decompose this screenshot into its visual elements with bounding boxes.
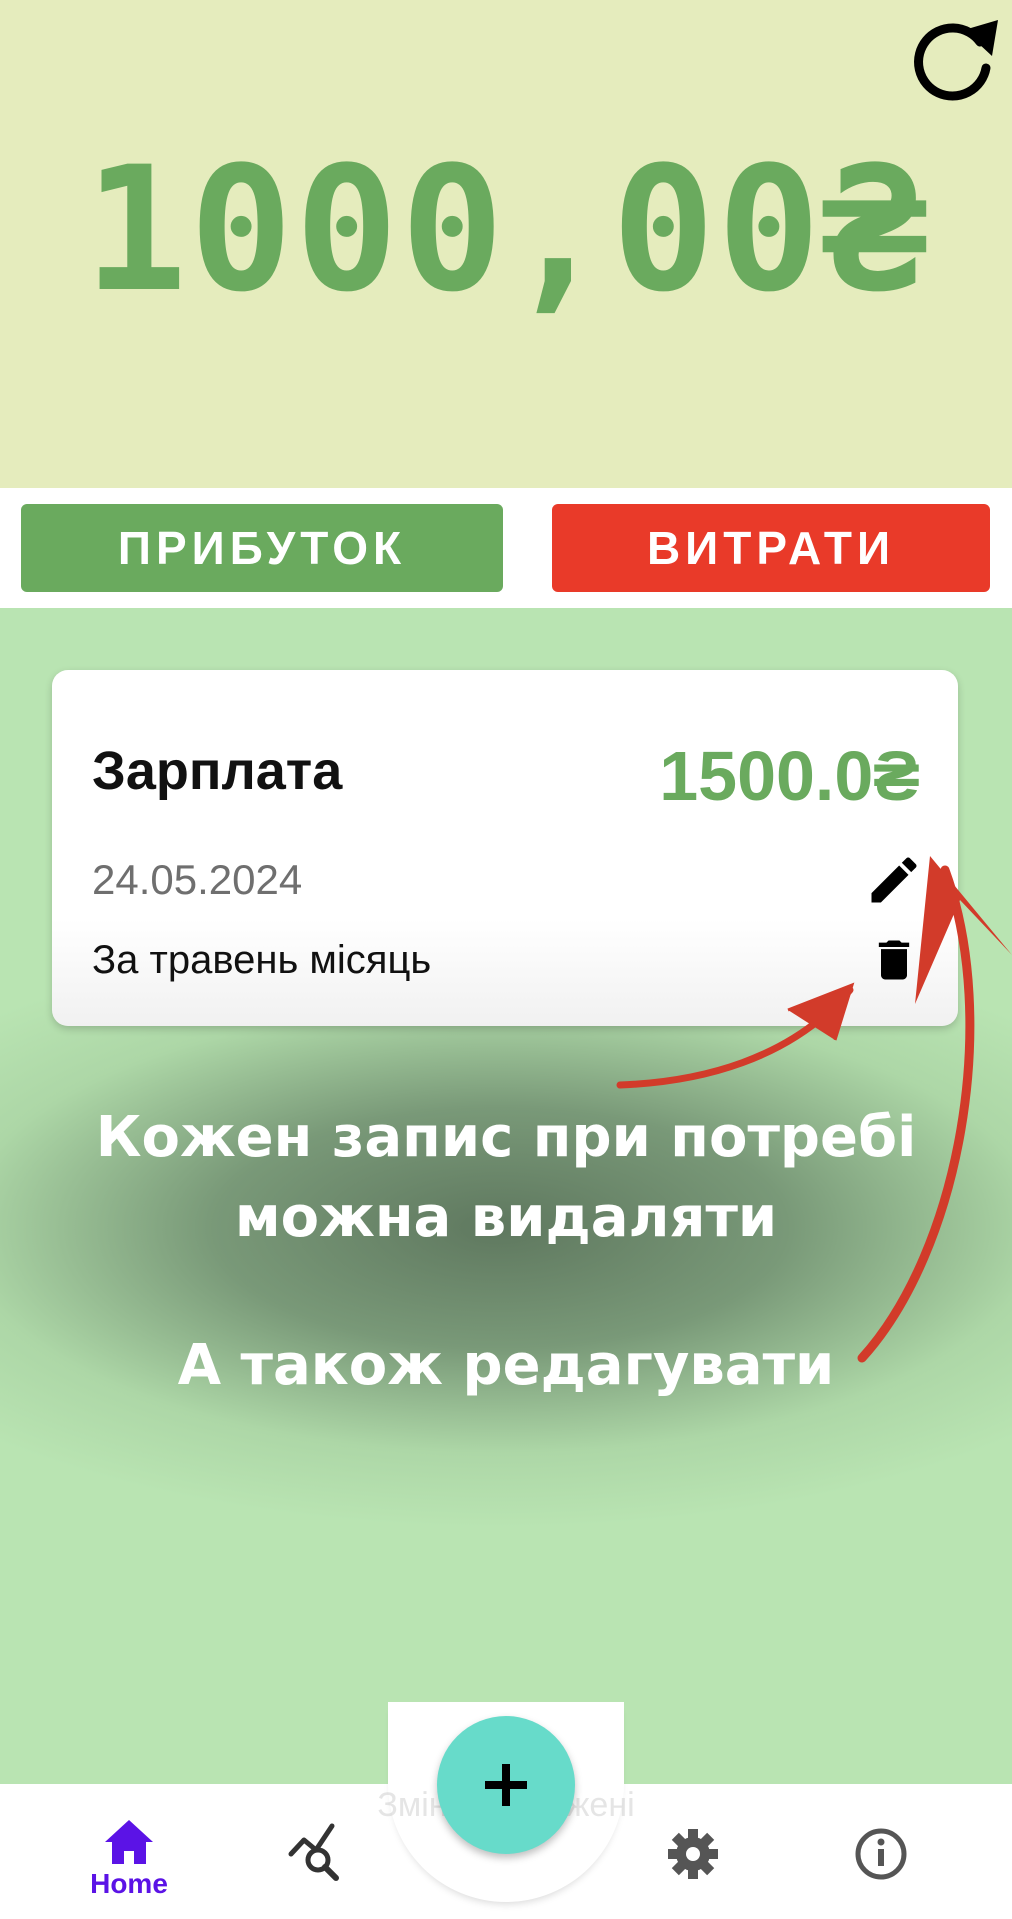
edit-icon xyxy=(871,857,917,903)
nav-settings[interactable] xyxy=(628,1816,758,1916)
add-record-button[interactable] xyxy=(437,1716,575,1854)
delete-icon xyxy=(878,940,910,980)
home-icon xyxy=(105,1820,153,1864)
info-icon xyxy=(855,1828,907,1880)
stats-icon xyxy=(288,1823,339,1881)
plus-icon xyxy=(485,1764,527,1806)
edit-button[interactable] xyxy=(864,850,924,910)
balance-amount: 1000,00₴ xyxy=(83,129,929,330)
delete-button[interactable] xyxy=(868,930,920,990)
tab-expense[interactable]: ВИТРАТИ xyxy=(552,504,990,592)
nav-home-label: Home xyxy=(90,1868,168,1899)
refresh-icon xyxy=(914,20,998,101)
refresh-button[interactable] xyxy=(906,12,1006,102)
tab-income[interactable]: ПРИБУТОК xyxy=(21,504,503,592)
settings-icon xyxy=(668,1829,718,1879)
record-date: 24.05.2024 xyxy=(92,856,303,903)
delete-hint-caption: Кожен запис при потребі можна видаляти xyxy=(95,1105,917,1250)
type-tabs: ПРИБУТОК ВИТРАТИ xyxy=(0,488,1012,608)
nav-statistics[interactable] xyxy=(254,1816,384,1916)
record-amount: 1500.0₴ xyxy=(659,737,920,815)
record-title: Зарплата xyxy=(92,741,343,801)
record-card[interactable]: Зарплата 1500.0₴ 24.05.2024 За травень м… xyxy=(52,670,958,1026)
nav-home[interactable]: Home xyxy=(64,1816,194,1916)
record-note: За травень місяць xyxy=(92,938,432,982)
nav-info[interactable] xyxy=(816,1816,946,1916)
balance-header: 1000,00₴ xyxy=(0,0,1012,488)
edit-hint-caption: А також редагувати xyxy=(177,1333,835,1398)
